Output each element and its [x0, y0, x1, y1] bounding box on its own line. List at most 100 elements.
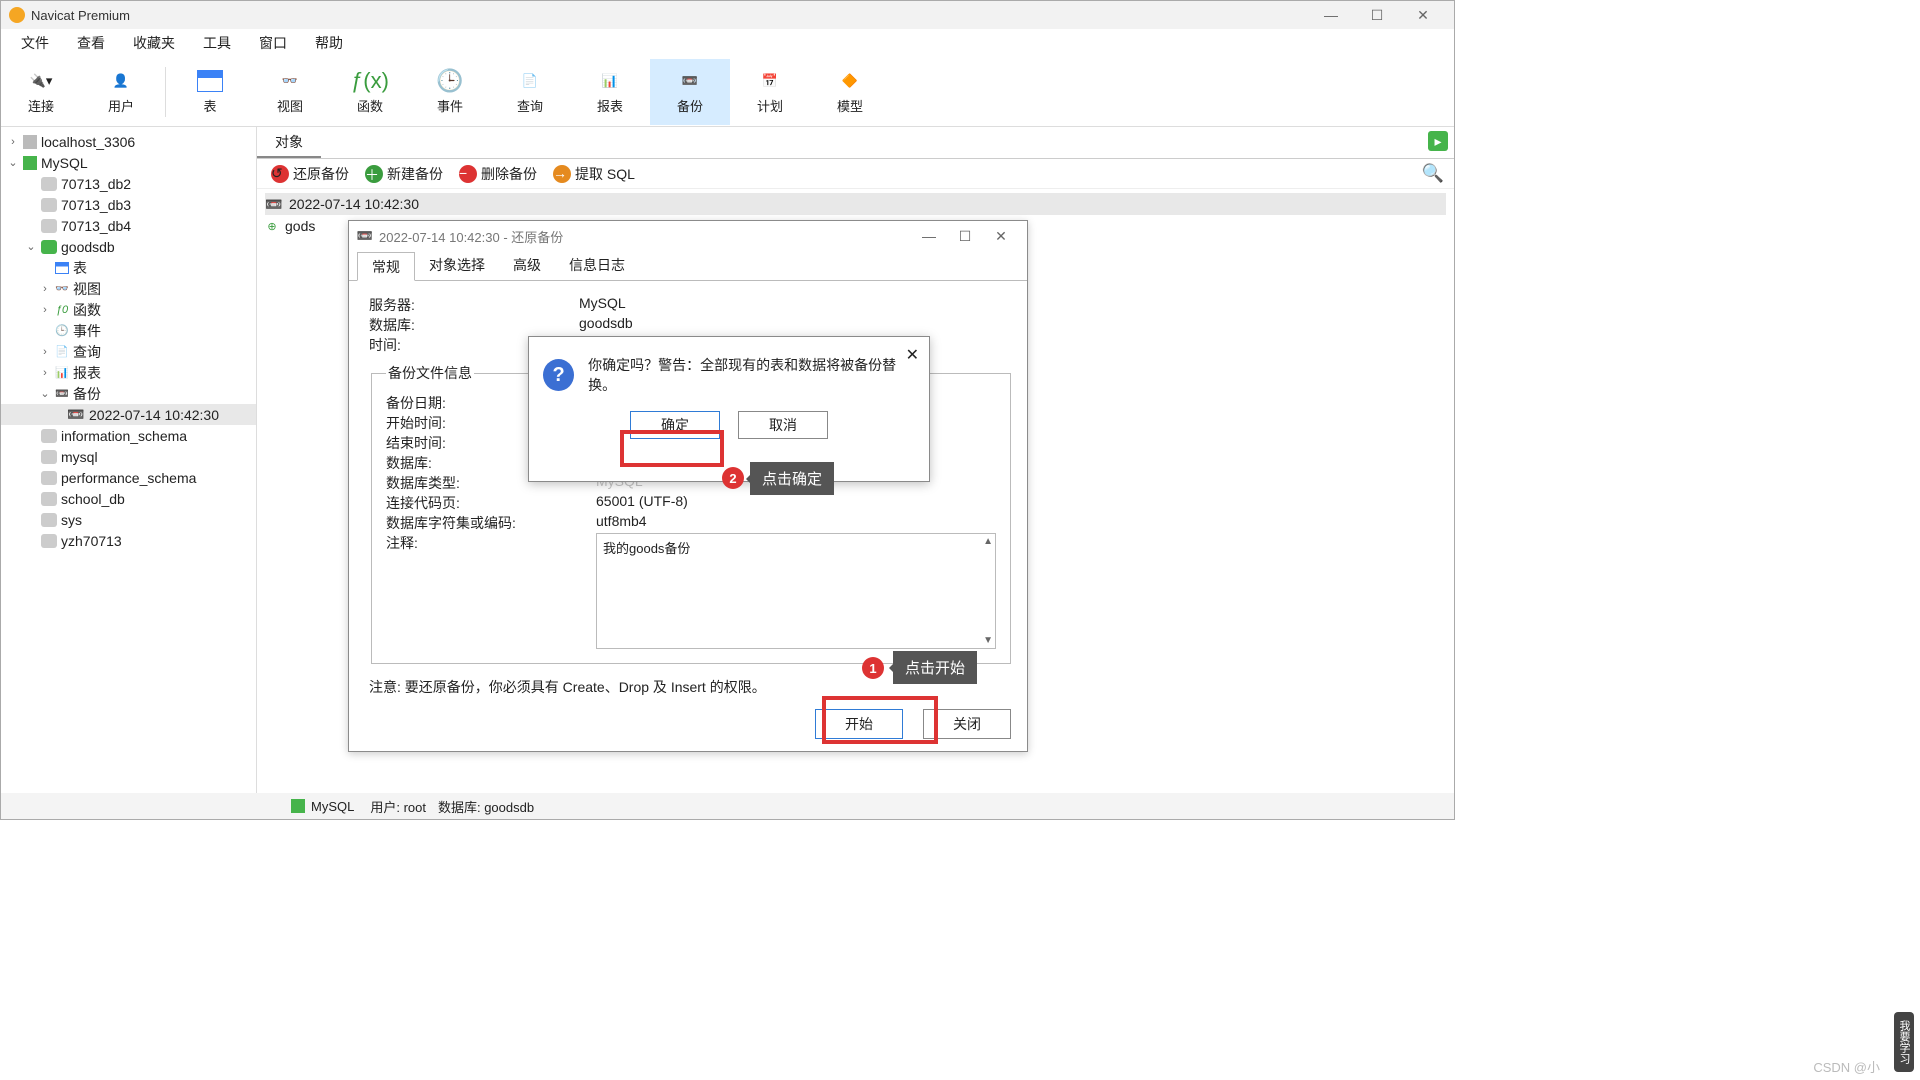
menu-file[interactable]: 文件 [7, 29, 63, 57]
close-button[interactable]: ✕ [1400, 1, 1446, 29]
tree-goods-report[interactable]: ›📊报表 [1, 362, 256, 383]
tree-db4[interactable]: 70713_db4 [1, 215, 256, 236]
dialog-note: 注意: 要还原备份，你必须具有 Create、Drop 及 Insert 的权限… [369, 677, 766, 697]
act-delete[interactable]: −删除备份 [453, 164, 543, 184]
lbl-comment: 注释: [386, 533, 596, 553]
tree-backup-file[interactable]: 📼2022-07-14 10:42:30 [1, 404, 256, 425]
maximize-button[interactable]: ☐ [1354, 1, 1400, 29]
tree-db3[interactable]: 70713_db3 [1, 194, 256, 215]
tool-connect[interactable]: 🔌▾连接 [1, 59, 81, 125]
tree-goods-query[interactable]: ›📄查询 [1, 341, 256, 362]
menu-tool[interactable]: 工具 [189, 29, 245, 57]
tree-sys[interactable]: sys [1, 509, 256, 530]
confirm-text: 你确定吗？警告：全部现有的表和数据将被备份替换。 [588, 355, 915, 395]
toolbar: 🔌▾连接 👤用户 表 👓视图 ƒ(x) 函数 🕒事件 📄查询 📊 报表 📼备份 📅计… [1, 57, 1454, 127]
db-icon [41, 492, 57, 506]
menu-view[interactable]: 查看 [63, 29, 119, 57]
tree-goodsdb[interactable]: ⌄goodsdb [1, 236, 256, 257]
confirm-dialog: ✕ ? 你确定吗？警告：全部现有的表和数据将被备份替换。 确定 取消 [528, 336, 930, 482]
ok-button[interactable]: 确定 [630, 411, 720, 439]
conn-icon [23, 135, 37, 149]
act-restore[interactable]: ↺还原备份 [265, 164, 355, 184]
tree-goods-func[interactable]: ›ƒ0函数 [1, 299, 256, 320]
tool-backup[interactable]: 📼备份 [650, 59, 730, 125]
event-icon: 🕒 [435, 68, 465, 94]
annot-tip-start: 点击开始 [893, 651, 977, 684]
tree-localhost[interactable]: ›localhost_3306 [1, 131, 256, 152]
menu-help[interactable]: 帮助 [301, 29, 357, 57]
tree-mysql-db[interactable]: mysql [1, 446, 256, 467]
conn-status-icon [291, 799, 305, 813]
tab-advanced[interactable]: 高级 [499, 251, 555, 280]
side-tab[interactable]: 我要学习 [1894, 1012, 1914, 1072]
tool-report[interactable]: 📊 报表 [570, 59, 650, 125]
add-panel-icon[interactable]: ▸ [1428, 131, 1448, 151]
tool-event[interactable]: 🕒事件 [410, 59, 490, 125]
search-icon[interactable]: 🔍 [1422, 163, 1444, 184]
tree-mysql[interactable]: ⌄MySQL [1, 152, 256, 173]
menu-win[interactable]: 窗口 [245, 29, 301, 57]
plug-icon: 🔌▾ [26, 68, 56, 94]
tool-plan-label: 计划 [757, 96, 783, 115]
act-new[interactable]: ＋新建备份 [359, 164, 449, 184]
dialog-max-button[interactable]: ☐ [947, 228, 983, 245]
status-conn: MySQL [311, 799, 354, 814]
db-icon [41, 429, 57, 443]
tree-info-schema[interactable]: information_schema [1, 425, 256, 446]
dialog-titlebar: 📼 2022-07-14 10:42:30 - 还原备份 — ☐ ✕ [349, 221, 1027, 251]
tool-user-label: 用户 [108, 96, 134, 115]
tree-goods-backup[interactable]: ⌄📼备份 [1, 383, 256, 404]
tree-goods-table[interactable]: 表 [1, 257, 256, 278]
comment-textbox[interactable]: 我的goods备份 ▲ ▼ [596, 533, 996, 649]
tree-school-db[interactable]: school_db [1, 488, 256, 509]
lbl-codepage: 连接代码页: [386, 493, 596, 513]
tab-log[interactable]: 信息日志 [555, 251, 639, 280]
annot-tip-ok: 点击确定 [750, 462, 834, 495]
dialog-close-button[interactable]: ✕ [983, 228, 1019, 245]
list-item[interactable]: 📼2022-07-14 10:42:30 [265, 193, 1446, 215]
tree-goods-view[interactable]: ›👓视图 [1, 278, 256, 299]
function-icon: ƒ(x) [355, 68, 385, 94]
report-icon: 📊 [595, 68, 625, 94]
tree-yzh[interactable]: yzh70713 [1, 530, 256, 551]
cancel-button[interactable]: 取消 [738, 411, 828, 439]
menubar: 文件 查看 收藏夹 工具 窗口 帮助 [1, 29, 1454, 57]
tool-model[interactable]: 🔶模型 [810, 59, 890, 125]
restore-icon: ↺ [271, 165, 289, 183]
tool-table[interactable]: 表 [170, 59, 250, 125]
tool-plan[interactable]: 📅计划 [730, 59, 810, 125]
minimize-button[interactable]: — [1308, 1, 1354, 29]
tool-func[interactable]: ƒ(x) 函数 [330, 59, 410, 125]
annot-badge-1: 1 [862, 657, 884, 679]
start-button[interactable]: 开始 [815, 709, 903, 739]
tool-query[interactable]: 📄查询 [490, 59, 570, 125]
table-icon [55, 262, 69, 274]
tool-view-label: 视图 [277, 96, 303, 115]
extract-icon: → [553, 165, 571, 183]
tab-general[interactable]: 常规 [357, 252, 415, 281]
tree-goods-event[interactable]: 🕒事件 [1, 320, 256, 341]
tool-report-label: 报表 [597, 96, 623, 115]
tree-perf-schema[interactable]: performance_schema [1, 467, 256, 488]
table-icon [195, 68, 225, 94]
connection-tree[interactable]: ›localhost_3306 ⌄MySQL 70713_db2 70713_d… [1, 127, 257, 793]
dialog-min-button[interactable]: — [911, 228, 947, 244]
tool-func-label: 函数 [357, 96, 383, 115]
tree-db2[interactable]: 70713_db2 [1, 173, 256, 194]
close-button-dlg[interactable]: 关闭 [923, 709, 1011, 739]
db-icon [41, 240, 57, 254]
delete-icon: − [459, 165, 477, 183]
scroll-up-icon[interactable]: ▲ [983, 536, 993, 547]
statusbar: MySQL 用户: root 数据库: goodsdb [1, 793, 1454, 819]
scroll-down-icon[interactable]: ▼ [983, 635, 993, 646]
act-extract[interactable]: →提取 SQL [547, 164, 641, 184]
confirm-close-button[interactable]: ✕ [906, 345, 919, 365]
menu-fav[interactable]: 收藏夹 [119, 29, 189, 57]
conn-icon [23, 156, 37, 170]
db-icon [41, 219, 57, 233]
object-tab[interactable]: 对象 [257, 127, 321, 158]
lbl-server: 服务器: [369, 295, 579, 315]
tool-user[interactable]: 👤用户 [81, 59, 161, 125]
tool-view[interactable]: 👓视图 [250, 59, 330, 125]
tab-objselect[interactable]: 对象选择 [415, 251, 499, 280]
